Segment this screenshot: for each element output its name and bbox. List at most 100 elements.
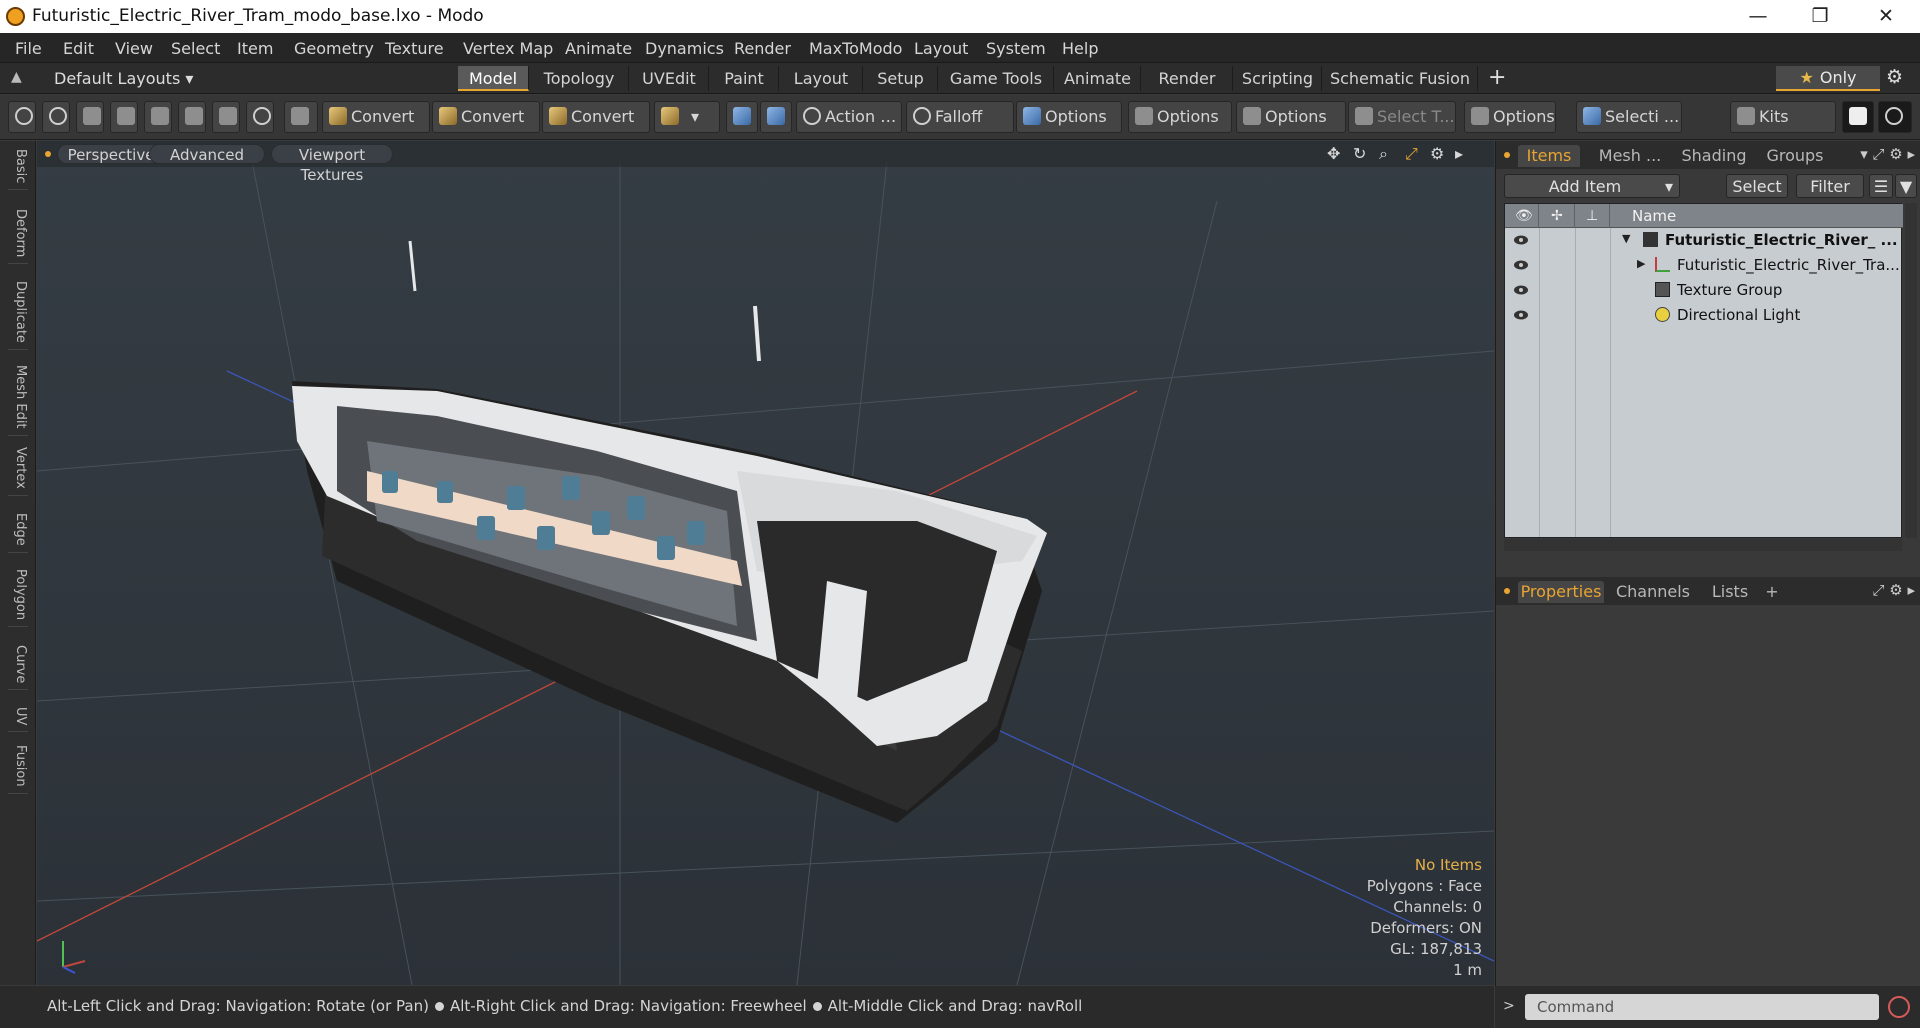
tab-mesh-edit[interactable]: Mesh Edit [8, 365, 28, 436]
menu-edit[interactable]: Edit [63, 39, 94, 58]
solid-button[interactable] [284, 101, 318, 133]
symmetry-button[interactable] [726, 101, 758, 133]
add-item-button[interactable]: Add Item ▾ [1504, 174, 1680, 198]
menu-help[interactable]: Help [1062, 39, 1098, 58]
filter-funnel-icon[interactable]: ▼ [1895, 174, 1917, 198]
action-center-button[interactable]: Action … [796, 101, 902, 133]
tab-items[interactable]: Items [1518, 145, 1580, 167]
only-toggle[interactable]: ★ Only [1776, 66, 1880, 91]
eye-icon[interactable] [1513, 307, 1529, 323]
menu-render[interactable]: Render [734, 39, 791, 58]
menu-system[interactable]: System [986, 39, 1046, 58]
gear-icon[interactable]: ⚙ [1886, 66, 1903, 88]
options-button-1[interactable]: Options [1016, 101, 1122, 133]
material-mode-button[interactable] [212, 101, 240, 133]
sphere-select-button[interactable] [8, 101, 36, 133]
list-options-icon[interactable]: ☰ [1869, 174, 1893, 198]
tab-polygon[interactable]: Polygon [8, 569, 28, 628]
tab-scripting[interactable]: Scripting [1234, 66, 1322, 91]
options-button-4[interactable]: Options [1464, 101, 1556, 133]
panel-controls[interactable]: ⤢ ⚙ ▸ [1872, 581, 1915, 599]
tab-shading[interactable]: Shading [1676, 145, 1752, 167]
tab-uvedit[interactable]: UVEdit [630, 66, 709, 91]
tab-game-tools[interactable]: Game Tools [939, 66, 1054, 91]
tab-topology[interactable]: Topology [530, 66, 629, 91]
tab-model[interactable]: Model [458, 66, 529, 91]
unreal-button[interactable] [1878, 101, 1912, 133]
expand-triangle-icon[interactable]: ▶ [1637, 257, 1645, 270]
3d-viewport[interactable]: Perspective Advanced Viewport Textures ✥… [37, 141, 1494, 985]
select-button[interactable]: Select [1726, 174, 1788, 198]
kits-button[interactable]: Kits [1730, 101, 1836, 133]
menu-vertex-map[interactable]: Vertex Map [463, 39, 553, 58]
tab-lists[interactable]: Lists [1702, 581, 1758, 603]
zoom-view-icon[interactable]: ⌕ [1379, 144, 1388, 164]
eye-icon[interactable] [1513, 282, 1529, 298]
command-input[interactable]: Command [1525, 994, 1879, 1020]
tab-schematic-fusion[interactable]: Schematic Fusion [1323, 66, 1478, 91]
convert-button-2[interactable]: Convert [432, 101, 540, 133]
menu-texture[interactable]: Texture [385, 39, 444, 58]
tab-channels[interactable]: Channels [1614, 581, 1692, 603]
polygon-mode-button[interactable] [144, 101, 172, 133]
globe-button[interactable] [42, 101, 70, 133]
menu-item[interactable]: Item [237, 39, 273, 58]
options-button-3[interactable]: Options [1236, 101, 1346, 133]
filter-button[interactable]: Filter [1796, 174, 1864, 198]
viewport-textures-button[interactable]: Viewport Textures [271, 144, 393, 184]
item-row-texture-group[interactable]: Texture Group [1505, 278, 1903, 303]
selection-button[interactable]: Selecti ... [1576, 101, 1682, 133]
collapse-toolbar-icon[interactable]: ▲ [11, 69, 22, 85]
menu-view[interactable]: View [115, 39, 153, 58]
tab-groups[interactable]: Groups [1760, 145, 1830, 167]
menu-animate[interactable]: Animate [565, 39, 632, 58]
add-tab-button[interactable]: + [1488, 65, 1506, 90]
expand-triangle-icon[interactable]: ▼ [1622, 232, 1630, 245]
vertex-mode-button[interactable] [76, 101, 104, 133]
workplane-button[interactable] [760, 101, 792, 133]
command-history-icon[interactable]: > [1503, 998, 1515, 1014]
tab-edge[interactable]: Edge [8, 513, 28, 553]
tab-setup[interactable]: Setup [864, 66, 938, 91]
record-macro-icon[interactable] [1888, 996, 1910, 1018]
menu-geometry[interactable]: Geometry [294, 39, 374, 58]
menu-file[interactable]: File [15, 39, 42, 58]
maximize-view-icon[interactable]: ⤢ [1405, 144, 1418, 164]
tab-uv[interactable]: UV [8, 707, 28, 733]
move-view-icon[interactable]: ✥ [1327, 144, 1340, 163]
tab-duplicate[interactable]: Duplicate [8, 281, 28, 350]
close-button[interactable]: ✕ [1866, 2, 1906, 30]
add-panel-tab-button[interactable]: + [1762, 581, 1782, 603]
menu-maxtomodo[interactable]: MaxToModo [809, 39, 902, 58]
tab-deform[interactable]: Deform [8, 209, 28, 265]
rotate-view-icon[interactable]: ↻ [1353, 144, 1366, 163]
convert-button-3[interactable]: Convert [542, 101, 650, 133]
tab-fusion[interactable]: Fusion [8, 745, 28, 794]
tab-paint[interactable]: Paint [710, 66, 779, 91]
panel-controls[interactable]: ▾ ⤢ ⚙ ▸ [1860, 145, 1915, 163]
convert-button-1[interactable]: Convert [322, 101, 430, 133]
layout-selector[interactable]: Default Layouts ▾ [54, 69, 193, 88]
tab-mesh[interactable]: Mesh ... [1592, 145, 1668, 167]
tab-layout[interactable]: Layout [780, 66, 863, 91]
menu-select[interactable]: Select [171, 39, 220, 58]
items-vertical-scrollbar[interactable] [1905, 203, 1917, 538]
maximize-button[interactable]: ❐ [1800, 2, 1840, 30]
viewport-settings-icon[interactable]: ⚙ [1430, 144, 1444, 163]
tab-render[interactable]: Render [1142, 66, 1233, 91]
tab-properties[interactable]: Properties [1518, 581, 1604, 603]
unity-button[interactable] [1842, 101, 1874, 133]
shading-mode-button[interactable]: Advanced [149, 144, 265, 164]
item-row-scene[interactable]: ▼ Futuristic_Electric_River_ ... [1505, 228, 1903, 253]
menu-layout[interactable]: Layout [914, 39, 968, 58]
tab-animate[interactable]: Animate [1055, 66, 1141, 91]
tab-curve[interactable]: Curve [8, 645, 28, 691]
item-row-directional-light[interactable]: Directional Light [1505, 303, 1903, 328]
item-mode-button[interactable] [178, 101, 206, 133]
edge-mode-button[interactable] [110, 101, 138, 133]
menu-dynamics[interactable]: Dynamics [645, 39, 724, 58]
pivot-mode-button[interactable] [246, 101, 274, 133]
select-through-button[interactable]: Select T... [1348, 101, 1456, 133]
falloff-button[interactable]: Falloff [906, 101, 1014, 133]
options-button-2[interactable]: Options [1128, 101, 1232, 133]
